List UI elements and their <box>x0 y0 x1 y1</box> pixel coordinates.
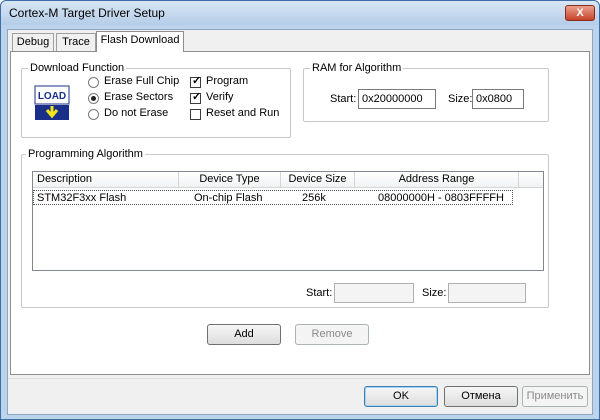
close-button[interactable]: X <box>565 5 595 21</box>
download-function-title: Download Function <box>28 62 127 74</box>
tab-page-flash-download: Download Function LOAD Erase Full Chip E… <box>10 51 590 375</box>
radio-erase-full-chip-label[interactable]: Erase Full Chip <box>104 75 179 87</box>
checkbox-reset-and-run[interactable] <box>190 109 201 120</box>
radio-do-not-erase-label[interactable]: Do not Erase <box>104 107 168 119</box>
dialog-window: Cortex-M Target Driver Setup X Debug Tra… <box>0 0 600 420</box>
cell-description: STM32F3xx Flash <box>37 192 127 204</box>
tab-flash-download[interactable]: Flash Download <box>96 31 184 52</box>
cell-device-type: On-chip Flash <box>194 192 263 204</box>
footer-divider <box>8 378 592 379</box>
column-header-device-type[interactable]: Device Type <box>179 172 281 188</box>
radio-selected-dot <box>91 96 96 101</box>
ram-for-algorithm-group: RAM for Algorithm Start: Size: <box>303 62 549 122</box>
table-row[interactable]: STM32F3xx Flash On-chip Flash 256k 08000… <box>33 190 513 205</box>
ram-size-label: Size: <box>448 93 473 105</box>
radio-erase-sectors[interactable] <box>88 93 99 104</box>
tab-debug[interactable]: Debug <box>12 33 54 51</box>
checkbox-program-label[interactable]: Program <box>206 75 248 87</box>
add-button[interactable]: Add <box>207 324 281 345</box>
dialog-client-area: Debug Trace Flash Download Download Func… <box>7 29 593 415</box>
apply-button[interactable]: Применить <box>522 386 588 407</box>
column-header-description[interactable]: Description <box>33 172 179 188</box>
programming-algorithm-group: Programming Algorithm Description Device… <box>21 148 549 308</box>
radio-erase-full-chip[interactable] <box>88 77 99 88</box>
load-icon: LOAD <box>34 85 70 120</box>
remove-button[interactable]: Remove <box>295 324 369 345</box>
svg-text:LOAD: LOAD <box>38 91 66 102</box>
algo-start-input <box>334 283 414 303</box>
algo-size-label: Size: <box>422 287 447 299</box>
radio-do-not-erase[interactable] <box>88 109 99 120</box>
ok-button[interactable]: OK <box>364 386 438 407</box>
radio-erase-sectors-label[interactable]: Erase Sectors <box>104 91 173 103</box>
tab-trace[interactable]: Trace <box>56 33 96 51</box>
column-header-address-range[interactable]: Address Range <box>355 172 519 188</box>
checkbox-verify[interactable]: ✓ <box>190 91 202 104</box>
algo-start-label: Start: <box>306 287 333 299</box>
download-function-group: Download Function LOAD Erase Full Chip E… <box>21 62 291 138</box>
window-title: Cortex-M Target Driver Setup <box>9 6 165 20</box>
ram-for-algorithm-title: RAM for Algorithm <box>310 62 404 74</box>
checkmark-icon: ✓ <box>192 91 202 103</box>
algorithm-list[interactable]: Description Device Type Device Size Addr… <box>32 171 544 271</box>
column-header-device-size[interactable]: Device Size <box>281 172 355 188</box>
programming-algorithm-title: Programming Algorithm <box>26 148 145 160</box>
checkbox-program[interactable]: ✓ <box>190 75 202 88</box>
checkbox-verify-label[interactable]: Verify <box>206 91 234 103</box>
ram-start-label: Start: <box>330 93 357 105</box>
column-header-filler <box>519 172 543 188</box>
cell-device-size: 256k <box>302 192 326 204</box>
cancel-button[interactable]: Отмена <box>444 386 518 407</box>
checkmark-icon: ✓ <box>192 75 202 87</box>
ram-size-input[interactable] <box>472 89 524 109</box>
ram-start-input[interactable] <box>358 89 436 109</box>
title-bar[interactable]: Cortex-M Target Driver Setup X <box>1 1 599 25</box>
cell-address-range: 08000000H - 0803FFFFH <box>378 192 504 204</box>
checkbox-reset-and-run-label[interactable]: Reset and Run <box>206 107 279 119</box>
algo-size-input <box>448 283 526 303</box>
